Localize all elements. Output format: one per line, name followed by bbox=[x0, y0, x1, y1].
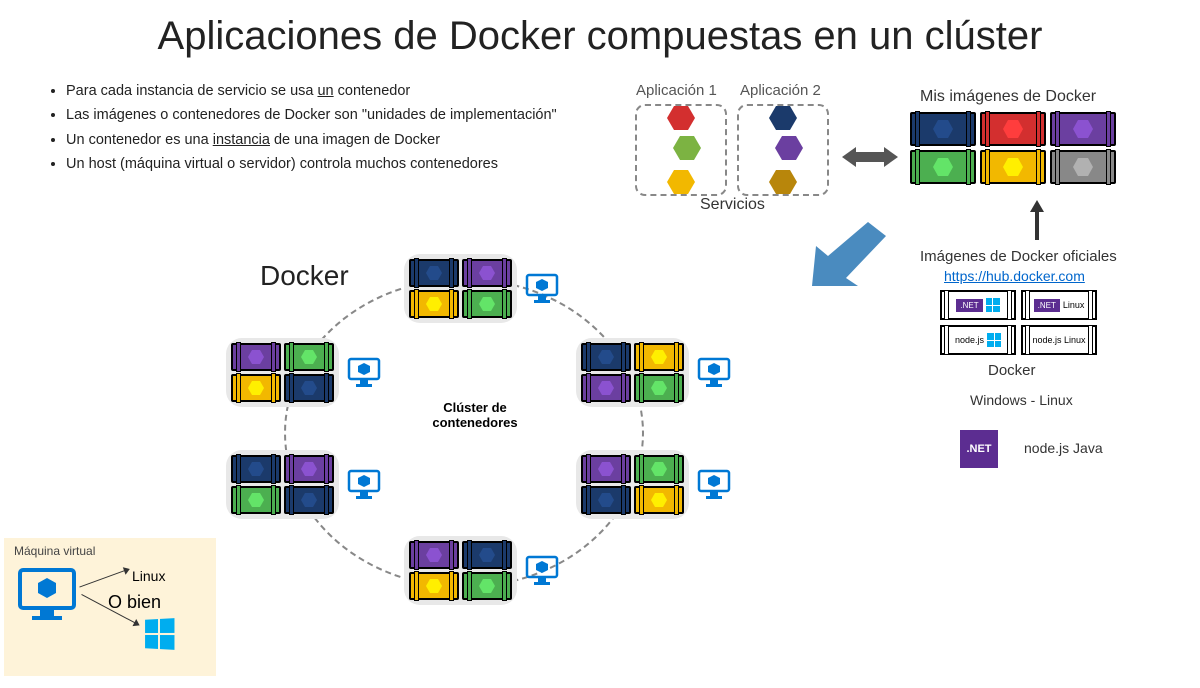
container-yellow bbox=[409, 572, 459, 600]
my-image-yellow bbox=[980, 150, 1046, 184]
host-monitor-icon bbox=[347, 357, 381, 389]
my-image-purple bbox=[1050, 112, 1116, 146]
container-purple bbox=[581, 455, 631, 483]
host-monitor-icon bbox=[697, 469, 731, 501]
container-purple bbox=[581, 374, 631, 402]
official-images-grid: .NET .NETLinux node.js node.js Linux bbox=[940, 290, 1097, 355]
container-green bbox=[231, 486, 281, 514]
node-java-label: node.js Java bbox=[1024, 440, 1103, 456]
container-green bbox=[284, 343, 334, 371]
cluster-host bbox=[226, 338, 381, 407]
bullet-item: Un host (máquina virtual o servidor) con… bbox=[66, 153, 608, 175]
container-green bbox=[634, 374, 684, 402]
vm-legend: Máquina virtual Linux O bien bbox=[4, 538, 216, 676]
up-arrow-icon bbox=[1030, 200, 1044, 240]
container-navy bbox=[284, 486, 334, 514]
bullet-item: Un contenedor es una instancia de una im… bbox=[66, 129, 608, 151]
host-monitor-icon bbox=[525, 273, 559, 305]
my-images-grid bbox=[910, 112, 1116, 184]
container-yellow bbox=[634, 486, 684, 514]
servicios-label: Servicios bbox=[700, 196, 765, 214]
host-monitor-icon bbox=[347, 469, 381, 501]
my-image-green bbox=[910, 150, 976, 184]
official-images-label: Imágenes de Docker oficiales bbox=[920, 248, 1117, 265]
container-yellow bbox=[231, 374, 281, 402]
official-net-win: .NET bbox=[940, 290, 1016, 320]
cluster-label: Clúster de contenedores bbox=[420, 400, 530, 430]
app2-box bbox=[737, 104, 829, 196]
host-monitor-icon bbox=[697, 357, 731, 389]
docker-label: Docker bbox=[260, 260, 349, 292]
app1-box bbox=[635, 104, 727, 196]
page-title: Aplicaciones de Docker compuestas en un … bbox=[0, 0, 1200, 65]
vm-title: Máquina virtual bbox=[14, 544, 206, 558]
bullet-list: Para cada instancia de servicio se usa u… bbox=[48, 80, 608, 178]
container-navy bbox=[409, 259, 459, 287]
cluster-host bbox=[404, 254, 559, 323]
container-green bbox=[634, 455, 684, 483]
container-green bbox=[462, 572, 512, 600]
official-node-linux: node.js Linux bbox=[1021, 325, 1097, 355]
vm-monitor-icon bbox=[18, 568, 76, 622]
win-linux-label: Windows - Linux bbox=[970, 392, 1073, 408]
dotnet-icon: .NET bbox=[960, 430, 998, 468]
container-navy bbox=[581, 486, 631, 514]
vm-linux-label: Linux bbox=[132, 568, 174, 584]
bullet-item: Las imágenes o contenedores de Docker so… bbox=[66, 104, 608, 126]
container-yellow bbox=[409, 290, 459, 318]
bullet-item: Para cada instancia de servicio se usa u… bbox=[66, 80, 608, 102]
cluster-host bbox=[576, 338, 731, 407]
app2-label: Aplicación 2 bbox=[740, 82, 821, 99]
official-net-linux: .NETLinux bbox=[1021, 290, 1097, 320]
cluster-host bbox=[226, 450, 381, 519]
my-image-red bbox=[980, 112, 1046, 146]
applications bbox=[635, 104, 829, 196]
cluster-host bbox=[404, 536, 559, 605]
my-images-label: Mis imágenes de Docker bbox=[920, 88, 1096, 106]
app1-label: Aplicación 1 bbox=[636, 82, 717, 99]
vm-or-label: O bien bbox=[108, 592, 174, 613]
container-navy bbox=[462, 541, 512, 569]
container-purple bbox=[284, 455, 334, 483]
container-purple bbox=[462, 259, 512, 287]
host-monitor-icon bbox=[525, 555, 559, 587]
my-image-navy bbox=[910, 112, 976, 146]
cluster-host bbox=[576, 450, 731, 519]
double-arrow-icon bbox=[842, 145, 898, 169]
my-image-gray bbox=[1050, 150, 1116, 184]
container-yellow bbox=[634, 343, 684, 371]
container-purple bbox=[231, 343, 281, 371]
container-navy bbox=[231, 455, 281, 483]
docker-foot-label: Docker bbox=[988, 362, 1036, 379]
official-node-win: node.js bbox=[940, 325, 1016, 355]
container-navy bbox=[581, 343, 631, 371]
container-navy bbox=[284, 374, 334, 402]
docker-hub-link[interactable]: https://hub.docker.com bbox=[944, 268, 1085, 284]
container-purple bbox=[409, 541, 459, 569]
big-arrow-icon bbox=[796, 222, 886, 286]
container-green bbox=[462, 290, 512, 318]
windows-icon bbox=[145, 618, 174, 650]
